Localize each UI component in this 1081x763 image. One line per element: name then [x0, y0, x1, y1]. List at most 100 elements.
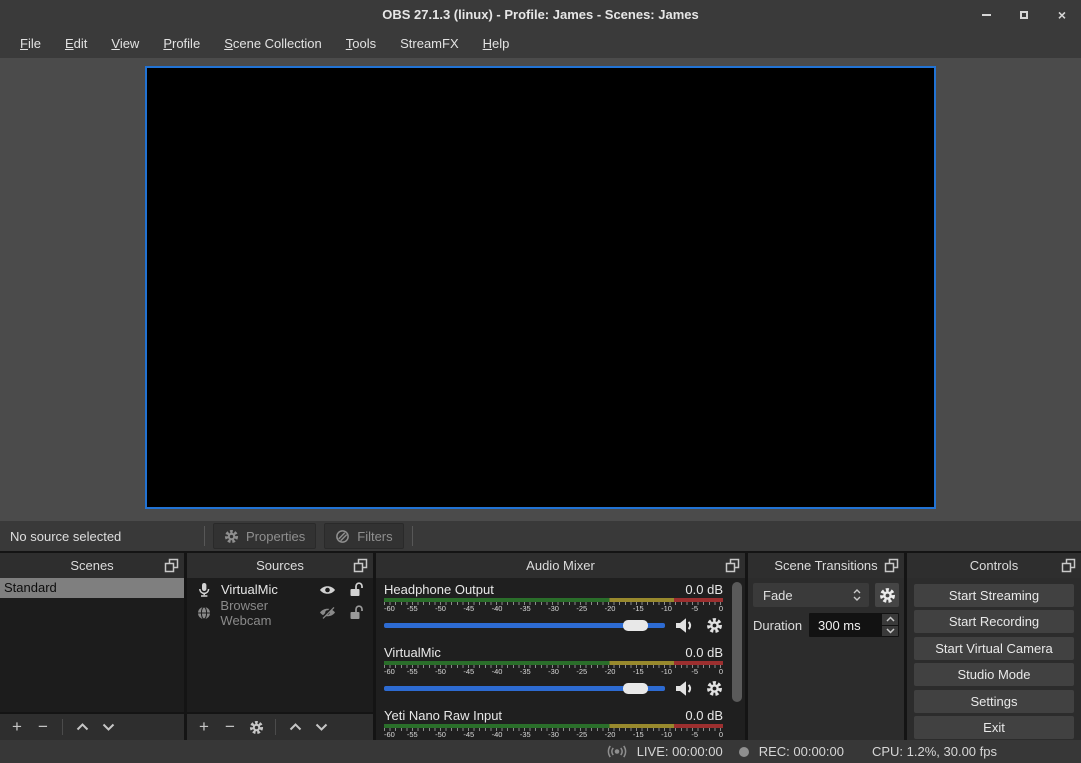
chevron-down-icon — [102, 723, 115, 731]
speaker-icon[interactable] — [675, 680, 696, 697]
scenes-dock-title: Scenes — [70, 558, 113, 573]
add-source-button[interactable]: + — [191, 715, 217, 739]
meter-tick-label: -25 — [576, 667, 587, 676]
scene-transitions-dock-title: Scene Transitions — [774, 558, 877, 573]
menu-edit[interactable]: Edit — [53, 31, 99, 57]
scene-transitions-content: Fade Duration 300 ms — [748, 578, 904, 642]
menu-tools[interactable]: Tools — [334, 31, 388, 57]
start-recording-button[interactable]: Start Recording — [914, 610, 1074, 633]
rec-timer: REC: 00:00:00 — [759, 744, 844, 759]
transition-duration-row: Duration 300 ms — [753, 613, 899, 637]
gear-icon — [249, 720, 264, 735]
channel-name: Headphone Output — [384, 582, 494, 597]
controls-dock-header: Controls — [907, 553, 1081, 578]
gear-icon[interactable] — [706, 617, 723, 634]
channel-slider-row — [384, 678, 723, 698]
meter-tick-label: -5 — [691, 604, 698, 613]
meter-tick-label: -20 — [605, 667, 616, 676]
source-up-button[interactable] — [282, 715, 308, 739]
eye-slash-icon[interactable] — [319, 606, 336, 619]
popout-icon[interactable] — [164, 558, 179, 573]
filters-button[interactable]: Filters — [324, 523, 403, 549]
mixer-scrollbar[interactable] — [732, 582, 742, 702]
meter-scale: -60-55-50-45-40-35-30-25-20-15-10-50 — [384, 602, 723, 612]
menu-profile[interactable]: Profile — [151, 31, 212, 57]
meter-tick-label: -30 — [548, 604, 559, 613]
meter-tick-label: 0 — [719, 667, 723, 676]
menu-help[interactable]: Help — [471, 31, 522, 57]
meter-tick-label: -45 — [463, 730, 474, 739]
settings-button[interactable]: Settings — [914, 690, 1074, 713]
popout-icon[interactable] — [1061, 558, 1076, 573]
meter-tick-label: -15 — [633, 667, 644, 676]
meter-tick-label: -20 — [605, 604, 616, 613]
source-name: Browser Webcam — [220, 598, 319, 628]
filter-icon — [335, 529, 350, 544]
close-icon[interactable]: × — [1055, 8, 1069, 22]
meter-scale: -60-55-50-45-40-35-30-25-20-15-10-50 — [384, 665, 723, 675]
transition-properties-button[interactable] — [875, 583, 899, 607]
source-row-browser-webcam[interactable]: Browser Webcam — [187, 601, 373, 624]
menu-scene-collection[interactable]: Scene Collection — [212, 31, 334, 57]
properties-button[interactable]: Properties — [213, 523, 316, 549]
meter-tick-label: -35 — [520, 604, 531, 613]
status-bar: LIVE: 00:00:00 REC: 00:00:00 CPU: 1.2%, … — [0, 740, 1081, 763]
scenes-dock-toolbar: + − — [0, 712, 184, 740]
meter-tick-label: -15 — [633, 730, 644, 739]
start-virtual-camera-button[interactable]: Start Virtual Camera — [914, 637, 1074, 660]
maximize-icon[interactable] — [1017, 8, 1031, 22]
remove-source-button[interactable]: − — [217, 715, 243, 739]
scene-item-standard[interactable]: Standard — [0, 578, 184, 598]
channel-header: Headphone Output 0.0 dB — [384, 580, 723, 598]
menu-file[interactable]: File — [8, 31, 53, 57]
channel-level: 0.0 dB — [685, 708, 723, 723]
gear-icon — [879, 587, 896, 604]
channel-level: 0.0 dB — [685, 582, 723, 597]
volume-slider[interactable] — [384, 686, 665, 691]
popout-icon[interactable] — [884, 558, 899, 573]
studio-mode-button[interactable]: Studio Mode — [914, 663, 1074, 686]
lock-open-icon[interactable] — [349, 605, 364, 620]
transition-select[interactable]: Fade — [753, 583, 869, 607]
channel-name: VirtualMic — [384, 645, 441, 660]
gear-icon — [224, 529, 239, 544]
volume-slider-handle[interactable] — [623, 683, 648, 694]
start-streaming-button[interactable]: Start Streaming — [914, 584, 1074, 607]
toolbar-separator — [62, 719, 63, 735]
channel-header: VirtualMic 0.0 dB — [384, 643, 723, 661]
source-properties-button[interactable] — [243, 715, 269, 739]
speaker-icon[interactable] — [675, 617, 696, 634]
scenes-dock: Scenes Standard + − — [0, 553, 184, 740]
chevron-up-icon — [853, 589, 861, 594]
mixer-channel-headphone-output: Headphone Output 0.0 dB -60-55-50-45-40-… — [384, 580, 723, 635]
toolbar-separator — [204, 526, 205, 546]
eye-icon[interactable] — [319, 584, 336, 596]
meter-tick-label: -50 — [435, 730, 446, 739]
lock-open-icon[interactable] — [349, 582, 364, 597]
chevron-up-icon — [289, 723, 302, 731]
volume-slider-handle[interactable] — [623, 620, 648, 631]
source-down-button[interactable] — [308, 715, 334, 739]
volume-slider[interactable] — [384, 623, 665, 628]
meter-tick-label: -5 — [691, 730, 698, 739]
preview-canvas[interactable] — [145, 66, 936, 509]
sources-dock-toolbar: + − — [187, 712, 373, 740]
duration-increase-button[interactable] — [882, 614, 898, 625]
scene-down-button[interactable] — [95, 715, 121, 739]
controls-dock-title: Controls — [970, 558, 1018, 573]
sources-dock-header: Sources — [187, 553, 373, 578]
add-scene-button[interactable]: + — [4, 715, 30, 739]
menu-streamfx[interactable]: StreamFX — [388, 31, 471, 57]
scene-up-button[interactable] — [69, 715, 95, 739]
remove-scene-button[interactable]: − — [30, 715, 56, 739]
scene-transitions-dock: Scene Transitions Fade Duration — [748, 553, 904, 740]
popout-icon[interactable] — [725, 558, 740, 573]
duration-input[interactable]: 300 ms — [809, 613, 899, 637]
minimize-icon[interactable] — [979, 8, 993, 22]
menu-view[interactable]: View — [99, 31, 151, 57]
exit-button[interactable]: Exit — [914, 716, 1074, 739]
popout-icon[interactable] — [353, 558, 368, 573]
gear-icon[interactable] — [706, 680, 723, 697]
meter-tick-label: -35 — [520, 667, 531, 676]
duration-decrease-button[interactable] — [882, 626, 898, 637]
